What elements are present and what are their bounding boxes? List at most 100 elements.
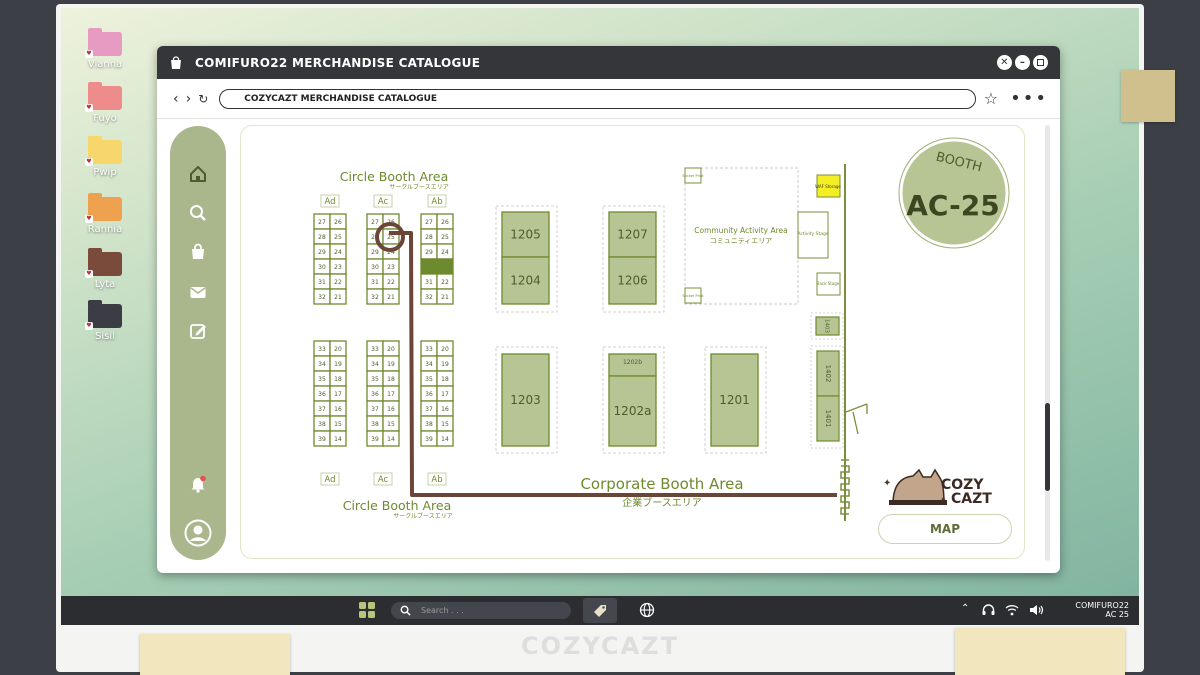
desktop-folder-sisil[interactable]: ♥ Sisil (84, 300, 126, 342)
circle-booth-number: 16 (387, 406, 395, 413)
circle-area-top-jp: サークルブースエリア (389, 183, 449, 191)
corporate-booth-number: 1201 (719, 393, 750, 407)
volume-icon[interactable] (1029, 604, 1044, 616)
circle-booth-number: 25 (334, 234, 342, 241)
sparkle-icon: ✦ (883, 478, 891, 489)
circle-booth-number: 32 (318, 294, 326, 301)
circle-booth-number: 28 (425, 234, 433, 241)
back-button[interactable]: ‹ (173, 91, 179, 107)
scrollbar-thumb[interactable] (1045, 403, 1050, 491)
taskbar-search-placeholder: Search . . . (421, 606, 464, 615)
wifi-icon[interactable] (1005, 604, 1019, 616)
globe-icon[interactable] (639, 602, 655, 618)
row-label-top: Ab (431, 197, 442, 207)
circle-booth-number: 17 (334, 391, 342, 398)
folder-icon: ♥ (85, 82, 122, 112)
heart-badge-icon: ♥ (85, 104, 93, 112)
circle-booth-number: 38 (371, 421, 379, 428)
circle-booth-number: 20 (441, 346, 449, 353)
circle-booth-number: 26 (441, 219, 449, 226)
clock-line-1: COMIFURO22 (1075, 601, 1129, 610)
desktop-folder-pwip[interactable]: ♥ Pwip (84, 136, 126, 178)
circle-booth-number: 37 (425, 406, 433, 413)
circle-booth-number: 15 (387, 421, 395, 428)
taskbar-clock: COMIFURO22 AC 25 (1075, 601, 1129, 619)
monitor-brand: COZYCAZT (521, 632, 679, 660)
heart-badge-icon: ♥ (85, 215, 93, 223)
community-area-label: Community Activity Area (694, 226, 787, 235)
door-marker (845, 403, 868, 435)
circle-booth-number: 22 (441, 279, 449, 286)
map-button[interactable]: MAP (878, 514, 1012, 544)
circle-booth[interactable] (420, 258, 438, 275)
folder-icon: ♥ (85, 136, 122, 166)
desktop-folder-fuyo[interactable]: ♥ Fuyo (84, 82, 126, 124)
window-titlebar[interactable]: COMIFURO22 MERCHANDISE CATALOGUE ✕ – (157, 46, 1060, 79)
circle-booth[interactable] (436, 258, 454, 275)
circle-booth-number: 14 (441, 436, 449, 443)
search-icon[interactable] (188, 203, 208, 223)
circle-booth-number: 29 (425, 249, 433, 256)
side-navigation (170, 126, 226, 560)
home-icon[interactable] (188, 164, 208, 184)
circle-booth-number: 16 (334, 406, 342, 413)
reload-icon[interactable]: ↻ (198, 92, 208, 106)
circle-booth-number: 18 (441, 376, 449, 383)
circle-booth-number: 20 (387, 346, 395, 353)
sticker-print-top-label: Sticker Print (682, 174, 704, 178)
circle-booth-number: 27 (425, 219, 433, 226)
forward-button[interactable]: › (186, 91, 192, 107)
minimize-button[interactable]: – (1015, 55, 1030, 70)
row-label-bottom: Ad (324, 475, 335, 485)
back-stage-label: Back Stage (817, 281, 840, 286)
activity-stage-label: Activity Stage (797, 231, 828, 237)
sticker-print-bottom-label: Sticker Print (682, 294, 704, 298)
circle-booth-number: 35 (371, 376, 379, 383)
circle-booth-number: 18 (387, 376, 395, 383)
start-grid-icon[interactable] (358, 601, 376, 619)
mail-icon[interactable] (188, 282, 208, 302)
user-avatar-icon[interactable] (184, 519, 212, 547)
more-options-icon[interactable]: ••• (1010, 88, 1048, 109)
url-input[interactable]: COZYCAZT MERCHANDISE CATALOGUE (219, 88, 976, 109)
circle-booth-number: 23 (387, 264, 395, 271)
circle-booth-number: 19 (387, 361, 395, 368)
close-button[interactable]: ✕ (997, 55, 1012, 70)
chevron-up-icon[interactable]: ⌃ (961, 603, 969, 614)
circle-area-top-title: Circle Booth Area (340, 169, 449, 184)
side-booth-number: 1402 (824, 365, 832, 383)
corporate-booth-number: 1204 (510, 274, 541, 288)
edit-icon[interactable] (188, 321, 208, 341)
corporate-area-title: Corporate Booth Area (580, 475, 743, 493)
row-label-top: Ac (378, 197, 389, 207)
desktop-folder-label: Pwip (93, 167, 117, 178)
circle-booth-number: 28 (318, 234, 326, 241)
minimize-icon: – (1019, 57, 1026, 68)
maximize-button[interactable] (1033, 55, 1048, 70)
circle-booth-number: 36 (425, 391, 433, 398)
taskbar-active-app[interactable] (583, 598, 617, 623)
circle-booth-number: 29 (371, 249, 379, 256)
circle-booth-number: 36 (318, 391, 326, 398)
row-label-bottom: Ab (431, 475, 442, 485)
circle-booth-number: 21 (441, 294, 449, 301)
cozycazt-logo: ✦ COZY CAZT ✦ (883, 468, 992, 507)
circle-booth-number: 33 (318, 346, 326, 353)
bell-icon[interactable] (188, 474, 208, 494)
circle-booth-number: 34 (318, 361, 326, 368)
heart-badge-icon: ♥ (85, 158, 93, 166)
circle-area-bottom-jp: サークルブースエリア (393, 512, 453, 520)
bookmark-star-icon[interactable]: ☆ (984, 89, 998, 108)
desktop-folder-vianna[interactable]: ♥ Vianna (84, 28, 126, 70)
circle-booth-number: 20 (334, 346, 342, 353)
desktop-folder-lyta[interactable]: ♥ Lyta (84, 248, 126, 290)
headphones-icon[interactable] (982, 604, 995, 616)
desktop-folder-rannia[interactable]: ♥ Rannia (84, 193, 126, 235)
circle-booth-number: 39 (318, 436, 326, 443)
circle-booth-number: 23 (334, 264, 342, 271)
circle-booth-number: 30 (318, 264, 326, 271)
scrollbar-track[interactable] (1045, 125, 1050, 561)
address-bar: ‹ › ↻ COZYCAZT MERCHANDISE CATALOGUE ☆ •… (157, 79, 1060, 119)
taskbar-search-input[interactable]: Search . . . (391, 602, 571, 619)
bag-icon[interactable] (188, 242, 208, 262)
